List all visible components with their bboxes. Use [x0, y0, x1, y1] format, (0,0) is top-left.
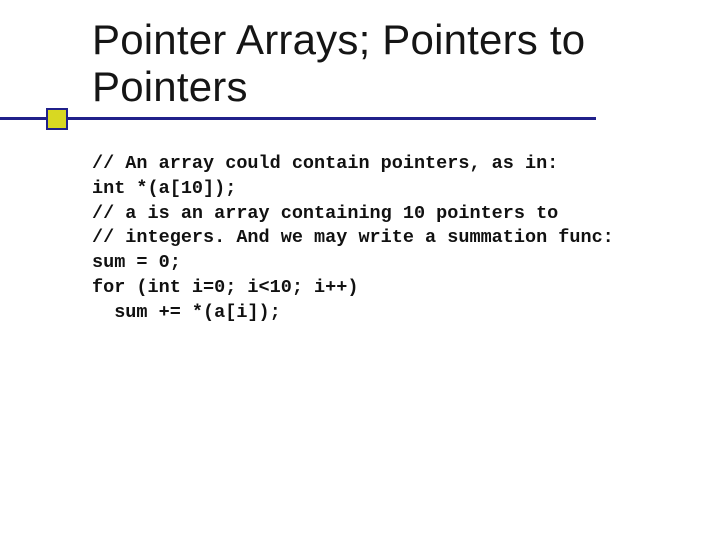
bullet-square-icon [46, 108, 68, 130]
code-line: int *(a[10]); [92, 178, 236, 199]
code-line: sum += *(a[i]); [92, 302, 281, 323]
slide-title: Pointer Arrays; Pointers to Pointers [92, 16, 690, 110]
title-area: Pointer Arrays; Pointers to Pointers [92, 16, 690, 110]
code-line: // a is an array containing 10 pointers … [92, 203, 558, 224]
code-line: // An array could contain pointers, as i… [92, 153, 558, 174]
slide: Pointer Arrays; Pointers to Pointers // … [0, 0, 720, 540]
code-line: // integers. And we may write a summatio… [92, 227, 614, 248]
title-underline [0, 117, 596, 120]
code-line: for (int i=0; i<10; i++) [92, 277, 358, 298]
code-line: sum = 0; [92, 252, 181, 273]
code-block: // An array could contain pointers, as i… [92, 152, 690, 325]
